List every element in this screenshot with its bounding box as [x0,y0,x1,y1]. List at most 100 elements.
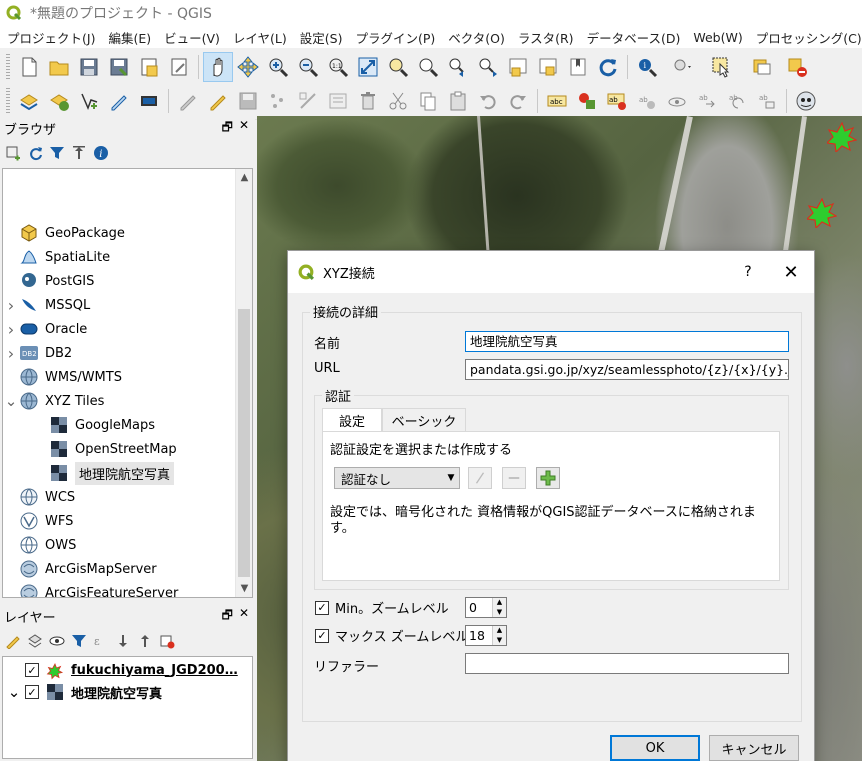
menu-item[interactable]: レイヤ(L) [226,28,293,47]
identify-icon[interactable]: i [632,52,662,82]
pin-labels-icon[interactable]: ab [602,86,632,116]
layer-visibility-checkbox[interactable]: ✓ [25,663,39,677]
float-panel-icon[interactable]: 🗗 [222,606,233,627]
browser-item[interactable]: GoogleMaps [33,413,155,437]
zoom-out-icon[interactable] [293,52,323,82]
toolbar-grip[interactable] [6,53,10,80]
min-zoom-spinbox[interactable]: 0 ▲ ▼ [465,597,507,618]
undo-icon[interactable] [473,86,503,116]
browser-item[interactable]: PostGIS [3,269,94,293]
add-auth-button[interactable] [536,467,560,489]
rotate-label-icon[interactable]: ab [722,86,752,116]
zoom-to-layer-icon[interactable] [413,52,443,82]
max-zoom-spinbox[interactable]: 18 ▲ ▼ [465,625,507,646]
deselect-icon[interactable] [782,52,812,82]
spin-up-icon[interactable]: ▲ [493,598,506,608]
min-zoom-checkbox[interactable]: ✓ Min。ズームレベル [315,598,449,617]
browser-item[interactable]: › MSSQL [3,293,90,317]
spin-up-icon[interactable]: ▲ [493,626,506,636]
remove-layer-icon[interactable] [158,632,176,650]
max-zoom-checkbox[interactable]: ✓ マックス ズームレベル [315,626,468,645]
zoom-to-selection-icon[interactable] [383,52,413,82]
browser-item[interactable]: ArcGisMapServer [3,557,157,581]
raster-calc-icon[interactable] [134,86,164,116]
edit-auth-button[interactable] [468,467,492,489]
cancel-button[interactable]: キャンセル [709,735,799,761]
zoom-full-icon[interactable] [353,52,383,82]
chevron-down-icon[interactable]: ⌄ [3,683,25,701]
label-tool-icon[interactable]: abc [542,86,572,116]
close-panel-icon[interactable]: ✕ [239,118,249,139]
new-map-view-icon[interactable] [503,52,533,82]
layers-tree[interactable]: ✓ fukuchiyama_JGD200… ⌄ ✓ 地理院航空写真 [2,656,253,759]
close-button[interactable]: ✕ [768,262,814,283]
layer-row[interactable]: ✓ fukuchiyama_JGD200… [3,659,238,681]
tab-settings[interactable]: 設定 [322,408,382,432]
browser-item[interactable]: ArcGisFeatureServer [3,581,178,597]
pan-to-selection-icon[interactable] [233,52,263,82]
toggle-editing-icon[interactable] [203,86,233,116]
scroll-thumb[interactable] [238,309,250,577]
show-hide-labels-icon[interactable] [662,86,692,116]
select-by-value-icon[interactable] [742,52,782,82]
layer-visibility-checkbox[interactable]: ✓ [25,685,39,699]
tab-basic[interactable]: ベーシック [382,408,466,432]
menu-item[interactable]: ラスタ(R) [511,28,580,47]
help-button[interactable]: ? [728,264,768,280]
cut-icon[interactable] [383,86,413,116]
url-input[interactable]: pandata.gsi.go.jp/xyz/seamlessphoto/{z}/… [465,359,789,380]
menu-item[interactable]: 編集(E) [101,28,157,47]
auth-config-select[interactable]: 認証なし ▼ [334,467,460,489]
browser-item[interactable]: OpenStreetMap [33,437,177,461]
filter-by-expression-icon[interactable]: ε [92,632,110,650]
browser-item[interactable]: OWS [3,533,76,557]
chevron-down-icon[interactable]: ⌄ [3,392,19,410]
new-project-icon[interactable] [14,52,44,82]
min-zoom-check[interactable]: ✓ [315,600,329,615]
menu-item[interactable]: プロセッシング(C) [749,28,862,47]
spin-down-icon[interactable]: ▼ [493,607,506,617]
actions-dropdown-icon[interactable] [662,52,702,82]
layout-manager-icon[interactable] [164,52,194,82]
menu-item[interactable]: ベクタ(O) [441,28,511,47]
chevron-right-icon[interactable]: › [3,344,19,363]
plugin-icon[interactable] [791,86,821,116]
pan-tool-icon[interactable] [203,51,233,82]
zoom-last-icon[interactable] [443,52,473,82]
ok-button[interactable]: OK [610,735,700,761]
browser-item[interactable]: › DB2 DB2 [3,341,72,365]
menu-item[interactable]: プロジェクト(J) [0,28,101,47]
close-panel-icon[interactable]: ✕ [239,606,249,627]
browser-item[interactable]: ⌄ XYZ Tiles [3,389,105,413]
zoom-native-icon[interactable]: 1:1 [323,52,353,82]
browser-tree[interactable]: ▲ ▼ GeoPackage SpatiaLite PostGIS › MSSQL › Or… [2,168,253,598]
refresh-icon[interactable] [593,52,623,82]
paste-icon[interactable] [443,86,473,116]
save-as-icon[interactable] [104,52,134,82]
style-panel-icon[interactable] [4,632,22,650]
diagram-tool-icon[interactable] [572,86,602,116]
toolbar-grip[interactable] [6,87,10,114]
filter-legend-icon[interactable] [70,632,88,650]
add-selected-layers-icon[interactable] [4,144,22,162]
open-project-icon[interactable] [44,52,74,82]
delete-icon[interactable] [353,86,383,116]
remove-auth-button[interactable] [502,467,526,489]
filter-browser-icon[interactable] [48,144,66,162]
float-panel-icon[interactable]: 🗗 [222,118,233,139]
copy-icon[interactable] [413,86,443,116]
chevron-right-icon[interactable]: › [3,320,19,339]
browser-scrollbar[interactable]: ▲ ▼ [235,169,252,597]
properties-info-icon[interactable]: i [92,144,110,162]
scroll-down-icon[interactable]: ▼ [236,580,252,597]
add-feature-icon[interactable] [263,86,293,116]
collapse-all-layers-icon[interactable] [136,632,154,650]
browser-item[interactable]: 地理院航空写真 [33,461,175,485]
save-project-icon[interactable] [74,52,104,82]
browser-item[interactable]: WCS [3,485,75,509]
referer-input[interactable] [465,653,789,674]
redo-icon[interactable] [503,86,533,116]
expand-all-icon[interactable] [114,632,132,650]
menu-item[interactable]: プラグイン(P) [348,28,441,47]
move-label-icon[interactable]: ab [692,86,722,116]
